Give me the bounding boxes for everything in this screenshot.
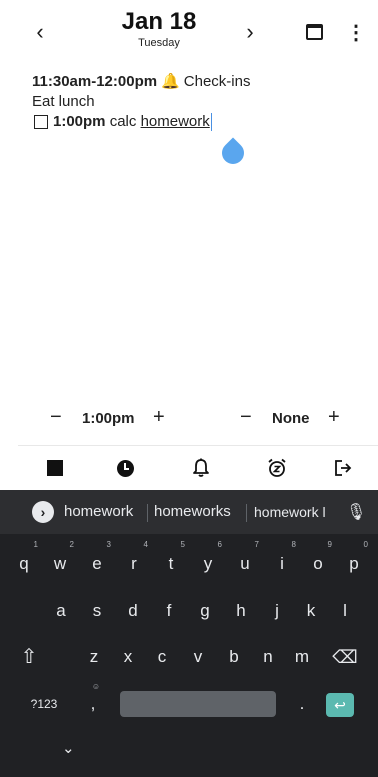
date-title: Jan 18 <box>121 8 197 35</box>
key-t[interactable]: t5 <box>155 540 187 581</box>
chevron-right-icon[interactable]: › <box>32 501 54 523</box>
calendar-icon <box>305 24 323 40</box>
enter-key[interactable]: ↩ <box>326 693 354 717</box>
comma-label: , <box>90 694 96 713</box>
divider <box>246 504 247 522</box>
space-key[interactable] <box>120 691 276 717</box>
suggestion-item[interactable]: homework <box>64 503 133 520</box>
key-hint: 1 <box>33 540 38 549</box>
emoji-icon: ☺ <box>91 682 100 691</box>
backspace-key[interactable]: ⌫ <box>330 640 360 674</box>
key-u[interactable]: u7 <box>229 540 261 581</box>
start-time-plus-button[interactable]: + <box>153 406 165 429</box>
end-time-plus-button[interactable]: + <box>328 406 340 429</box>
key-c[interactable]: c <box>150 640 174 674</box>
key-r[interactable]: r4 <box>118 540 150 581</box>
end-time-minus-button[interactable]: − <box>240 406 252 429</box>
date-block[interactable]: Jan 18 Tuesday <box>92 8 226 50</box>
key-o[interactable]: o9 <box>302 540 334 581</box>
start-time-value: 1:00pm <box>82 410 135 427</box>
snooze-button[interactable] <box>264 455 290 481</box>
symbols-key[interactable]: ?123 <box>24 687 64 721</box>
shift-key[interactable]: ⇧ <box>14 640 44 674</box>
overflow-menu-button[interactable]: ⋮ <box>344 14 368 50</box>
key-w[interactable]: w2 <box>44 540 76 581</box>
bell-icon <box>193 458 209 477</box>
previous-day-button[interactable]: ‹ <box>22 14 58 50</box>
notes-editor[interactable]: 11:30am-12:00pm 🔔 Check-ins Eat lunch 1:… <box>32 72 362 132</box>
chevron-down-icon[interactable]: ⌄ <box>62 739 75 757</box>
soft-keyboard: › homework homeworks homework l 🎙 ⇧ ⌫ ?1… <box>0 490 378 777</box>
time-button[interactable] <box>112 455 138 481</box>
key-x[interactable]: x <box>116 640 140 674</box>
exit-button[interactable] <box>330 455 356 481</box>
key-hint: 9 <box>327 540 332 549</box>
end-time-value: None <box>272 410 310 427</box>
note-line: 11:30am-12:00pm 🔔 Check-ins <box>32 72 362 92</box>
key-q[interactable]: q1 <box>8 540 40 581</box>
key-hint: 0 <box>363 540 368 549</box>
next-day-button[interactable]: › <box>232 14 268 50</box>
key-a[interactable]: a <box>50 594 72 628</box>
text-cursor <box>210 113 213 131</box>
suggestion-item[interactable]: homeworks <box>154 503 231 520</box>
comma-key[interactable]: ☺ , <box>80 682 106 721</box>
task-time: 1:00pm <box>53 113 106 130</box>
key-y[interactable]: y6 <box>192 540 224 581</box>
snooze-alarm-icon <box>268 458 286 477</box>
key-h[interactable]: h <box>230 594 252 628</box>
weekday-label: Tuesday <box>138 37 180 49</box>
key-m[interactable]: m <box>290 640 314 674</box>
note-line: Eat lunch <box>32 92 362 112</box>
calendar-button[interactable] <box>294 14 334 50</box>
key-l[interactable]: l <box>334 594 356 628</box>
event-time: 11:30am-12:00pm <box>32 73 158 90</box>
time-steppers: − 1:00pm + − None + <box>0 404 378 438</box>
exit-icon <box>335 460 352 476</box>
key-n[interactable]: n <box>256 640 280 674</box>
clock-icon <box>116 459 134 477</box>
task-checkbox[interactable] <box>34 115 48 129</box>
stop-square-icon <box>47 460 63 476</box>
key-b[interactable]: b <box>222 640 246 674</box>
key-f[interactable]: f <box>158 594 180 628</box>
key-v[interactable]: v <box>186 640 210 674</box>
key-hint: 6 <box>217 540 222 549</box>
key-hint: 2 <box>69 540 74 549</box>
key-d[interactable]: d <box>122 594 144 628</box>
key-g[interactable]: g <box>194 594 216 628</box>
key-j[interactable]: j <box>266 594 288 628</box>
stop-button[interactable] <box>42 455 68 481</box>
note-line: 1:00pm calc homework <box>32 112 362 132</box>
key-hint: 3 <box>106 540 111 549</box>
key-hint: 5 <box>180 540 185 549</box>
reminder-button[interactable] <box>188 455 214 481</box>
suggestion-item[interactable]: homework l <box>254 504 332 520</box>
period-key[interactable]: . <box>292 687 312 721</box>
cursor-handle[interactable] <box>217 137 249 169</box>
task-text-composing: homework <box>140 113 210 130</box>
start-time-minus-button[interactable]: − <box>50 406 62 429</box>
event-text: Check-ins <box>183 73 251 90</box>
date-header: ‹ Jan 18 Tuesday › ⋮ <box>0 0 378 64</box>
key-z[interactable]: z <box>82 640 106 674</box>
mic-icon[interactable]: 🎙 <box>346 502 366 522</box>
task-text: calc <box>109 113 137 130</box>
key-s[interactable]: s <box>86 594 108 628</box>
key-hint: 8 <box>291 540 296 549</box>
event-text: Eat lunch <box>32 93 95 110</box>
key-i[interactable]: i8 <box>266 540 298 581</box>
key-hint: 7 <box>254 540 259 549</box>
key-hint: 4 <box>143 540 148 549</box>
divider <box>147 504 148 522</box>
key-p[interactable]: p0 <box>338 540 370 581</box>
item-toolbar <box>18 445 378 489</box>
key-e[interactable]: e3 <box>81 540 113 581</box>
suggestion-strip: › homework homeworks homework l 🎙 <box>0 490 378 534</box>
bell-icon: 🔔 <box>161 73 180 90</box>
key-k[interactable]: k <box>300 594 322 628</box>
